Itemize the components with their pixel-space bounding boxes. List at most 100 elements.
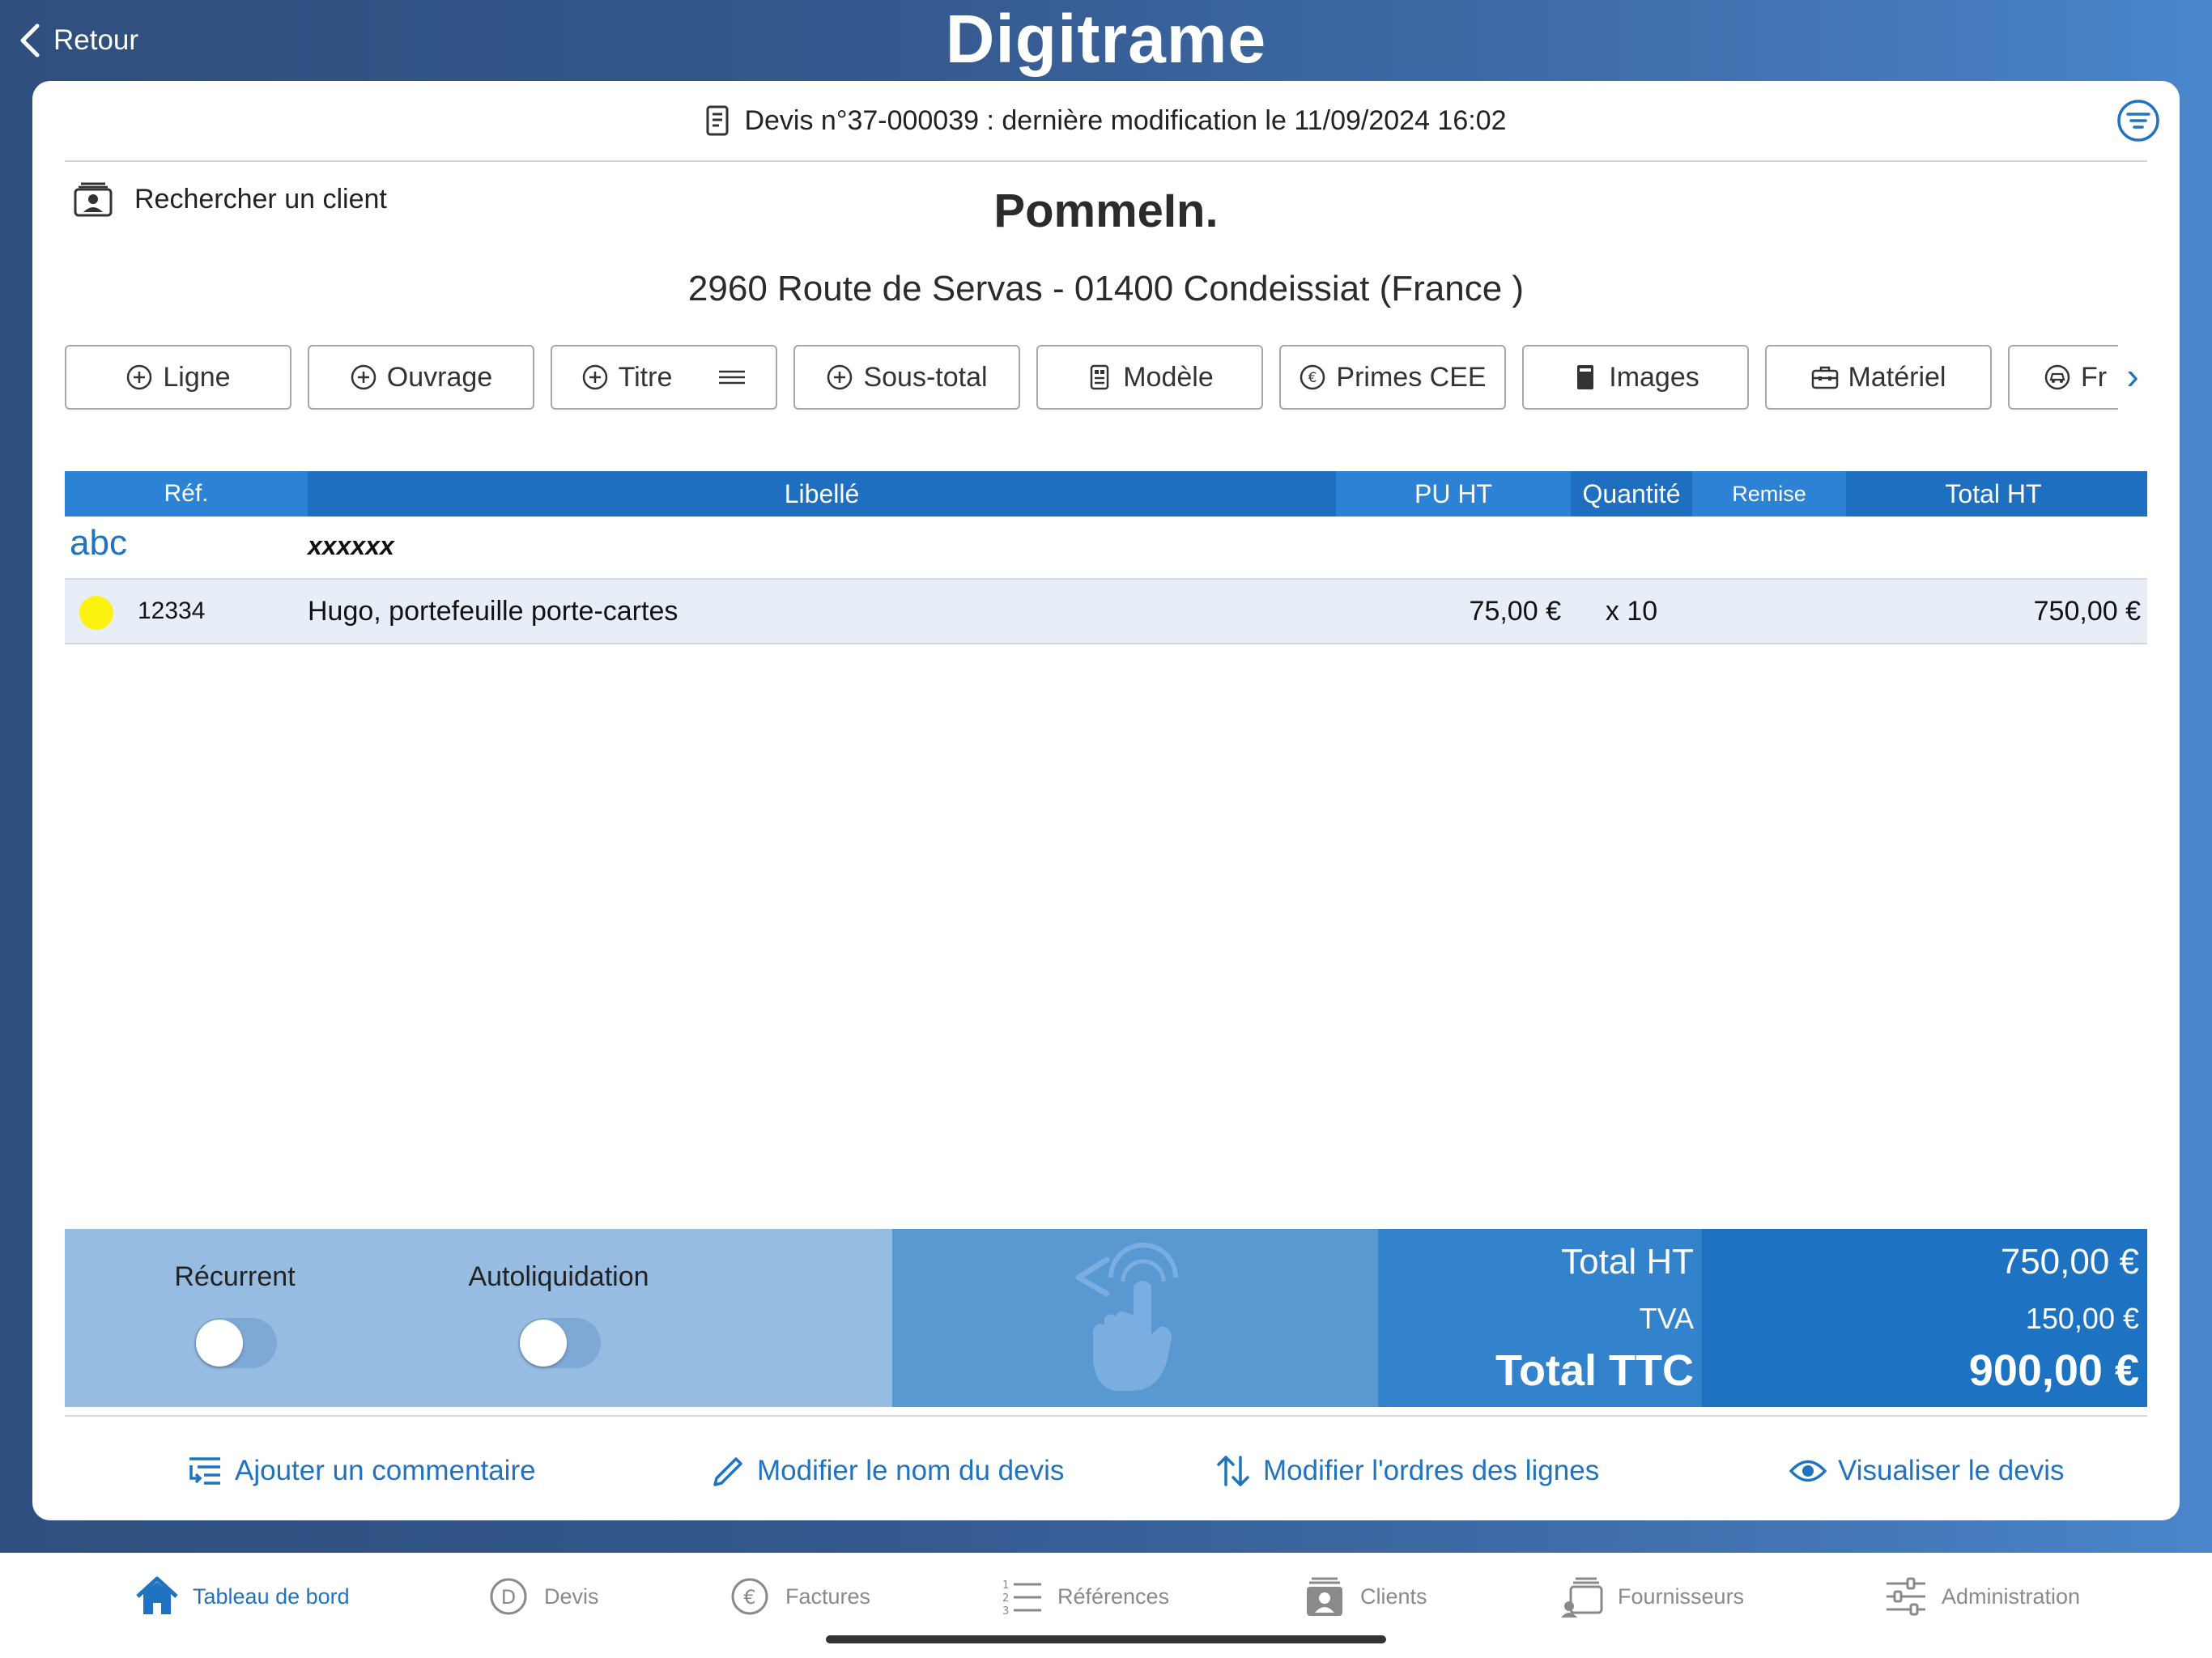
svg-text:€: € — [1308, 370, 1317, 386]
rename-quote-button[interactable]: Modifier le nom du devis — [708, 1449, 1064, 1493]
filter-icon[interactable] — [2116, 99, 2160, 142]
add-line-label: Ligne — [163, 361, 231, 393]
add-ouvrage-button[interactable]: Ouvrage — [308, 345, 534, 410]
table-row[interactable]: 12334 Hugo, portefeuille porte-cartes 75… — [65, 580, 2147, 644]
svg-text:2: 2 — [1002, 1592, 1009, 1605]
quote-card: Devis n°37-000039 : dernière modificatio… — [32, 81, 2180, 1520]
title-row-tag[interactable]: abc — [70, 523, 127, 563]
car-icon — [2044, 364, 2070, 390]
tab-label: Références — [1057, 1584, 1170, 1609]
tab-tableau-de-bord[interactable]: Tableau de bord — [134, 1572, 350, 1621]
status-dot — [79, 596, 113, 630]
document-title: Devis n°37-000039 : dernière modificatio… — [744, 104, 1507, 136]
suppliers-icon — [1561, 1577, 1603, 1618]
menu-icon[interactable] — [717, 368, 747, 387]
reorder-lines-label: Modifier l'ordres des lignes — [1263, 1455, 1600, 1486]
tab-label: Tableau de bord — [193, 1584, 350, 1609]
row-libelle: Hugo, portefeuille porte-cartes — [308, 596, 678, 627]
clients-icon — [1307, 1577, 1342, 1616]
tva-label: TVA — [1639, 1302, 1694, 1335]
tab-clients[interactable]: Clients — [1302, 1572, 1427, 1621]
add-title-button[interactable]: Titre — [551, 345, 777, 410]
images-label: Images — [1609, 361, 1699, 393]
numbered-list-icon: 123 — [1002, 1579, 1041, 1618]
title-row-text: xxxxxx — [308, 531, 394, 560]
preview-quote-label: Visualiser le devis — [1838, 1455, 2065, 1486]
totals-bar: Récurrent Autoliquidation Total HT 750,0… — [65, 1229, 2147, 1407]
home-icon — [136, 1576, 178, 1614]
add-comment-button[interactable]: Ajouter un commentaire — [186, 1449, 536, 1493]
toggle-knob — [520, 1320, 567, 1367]
row-quantite: x 10 — [1605, 596, 1658, 627]
template-button[interactable]: Modèle — [1036, 345, 1263, 410]
column-pu-ht: PU HT — [1336, 471, 1571, 517]
tab-label: Fournisseurs — [1618, 1584, 1745, 1609]
add-comment-icon — [189, 1457, 220, 1485]
totals-panel: Total HT 750,00 € TVA 150,00 € Total TTC… — [1378, 1229, 2147, 1407]
row-total-ht: 750,00 € — [2033, 596, 2141, 627]
add-subtotal-button[interactable]: Sous-total — [793, 345, 1020, 410]
total-ht-label: Total HT — [1561, 1242, 1694, 1282]
document-icon — [706, 105, 729, 136]
tab-devis[interactable]: D Devis — [486, 1572, 599, 1621]
tap-gesture-icon — [1075, 1243, 1178, 1391]
autoliquidation-label: Autoliquidation — [468, 1261, 649, 1292]
plus-circle-icon — [582, 364, 607, 390]
euro-circle-icon: € — [731, 1578, 768, 1615]
add-title-label: Titre — [618, 361, 673, 393]
autoliquidation-toggle[interactable] — [518, 1318, 601, 1368]
home-indicator — [826, 1635, 1386, 1643]
client-address: 2960 Route de Servas - 01400 Condeissiat… — [687, 269, 1525, 308]
title-row[interactable]: abc xxxxxx — [65, 517, 2147, 580]
plus-circle-icon — [351, 364, 376, 390]
recurrent-toggle[interactable] — [194, 1318, 277, 1368]
actions-row: Ajouter un commentaire Modifier le nom d… — [65, 1415, 2147, 1520]
svg-text:€: € — [743, 1586, 755, 1609]
toolbox-icon — [1811, 366, 1838, 389]
primes-cee-button[interactable]: € Primes CEE — [1279, 345, 1506, 410]
add-comment-label: Ajouter un commentaire — [235, 1455, 536, 1486]
column-ref: Réf. — [65, 471, 308, 517]
client-name: PommeIn. — [993, 185, 1219, 237]
devis-icon: D — [490, 1578, 527, 1615]
materiel-button[interactable]: Matériel — [1765, 345, 1992, 410]
image-icon — [1577, 365, 1594, 389]
options-panel: Récurrent Autoliquidation — [65, 1229, 892, 1407]
total-ht-value: 750,00 € — [2000, 1242, 2139, 1282]
gesture-area[interactable] — [892, 1229, 1378, 1407]
column-remise: Remise — [1692, 471, 1846, 517]
svg-text:3: 3 — [1002, 1605, 1009, 1618]
tab-label: Administration — [1942, 1584, 2081, 1609]
app-logo: Digitrame — [945, 1, 1267, 77]
toolbar-scroll-right-button[interactable]: › — [2118, 345, 2147, 410]
column-libelle: Libellé — [784, 479, 860, 508]
tab-label: Devis — [544, 1584, 599, 1609]
tab-references[interactable]: 123 Références — [999, 1572, 1169, 1621]
tva-value: 150,00 € — [2025, 1302, 2139, 1335]
total-ttc-label: Total TTC — [1495, 1346, 1694, 1395]
plus-circle-icon — [827, 364, 853, 390]
sort-arrows-icon — [1217, 1456, 1249, 1486]
line-toolbar: Ligne Ouvrage Titre Sous-total Modèle € … — [65, 345, 2147, 411]
images-button[interactable]: Images — [1522, 345, 1749, 410]
svg-text:D: D — [501, 1586, 516, 1609]
preview-quote-button[interactable]: Visualiser le devis — [1789, 1449, 2065, 1493]
document-header: Devis n°37-000039 : dernière modificatio… — [65, 81, 2147, 162]
toggle-knob — [196, 1320, 243, 1367]
svg-text:1: 1 — [1002, 1579, 1009, 1592]
eye-icon — [1789, 1460, 1827, 1482]
tab-administration[interactable]: Administration — [1883, 1572, 2080, 1621]
template-label: Modèle — [1123, 361, 1214, 393]
tab-factures[interactable]: € Factures — [727, 1572, 870, 1621]
total-ttc-value: 900,00 € — [1968, 1346, 2139, 1395]
column-quantite: Quantité — [1582, 479, 1681, 508]
pencil-icon — [713, 1457, 742, 1486]
row-pu-ht: 75,00 € — [1469, 596, 1561, 627]
add-line-button[interactable]: Ligne — [65, 345, 291, 410]
tab-fournisseurs[interactable]: Fournisseurs — [1559, 1572, 1744, 1621]
table-header: Réf. Libellé PU HT Quantité Remise Total… — [65, 471, 2147, 517]
add-ouvrage-label: Ouvrage — [386, 361, 493, 393]
reorder-lines-button[interactable]: Modifier l'ordres des lignes — [1214, 1449, 1599, 1493]
tab-label: Clients — [1360, 1584, 1427, 1609]
primes-cee-label: Primes CEE — [1336, 361, 1487, 393]
